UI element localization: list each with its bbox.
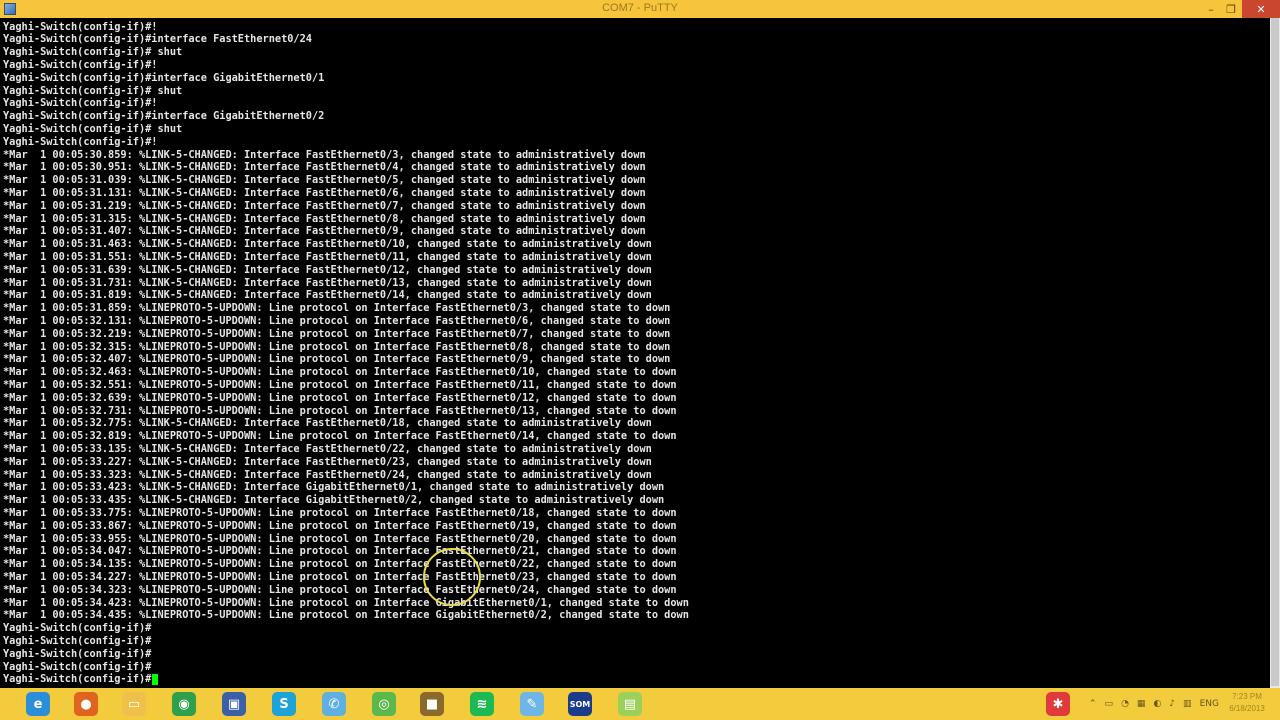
terminal-line: Yaghi-Switch(config-if)#interface Gigabi… xyxy=(3,110,325,123)
minimize-button[interactable]: – xyxy=(1200,0,1222,18)
file-explorer-icon[interactable]: ▭ xyxy=(122,692,146,716)
paint-icon[interactable]: ✎ xyxy=(520,692,544,716)
terminal-line: *Mar 1 00:05:31.639: %LINK-5-CHANGED: In… xyxy=(3,263,652,276)
terminal-line: *Mar 1 00:05:32.551: %LINEPROTO-5-UPDOWN… xyxy=(3,378,677,391)
camtasia-icon[interactable]: ◎ xyxy=(372,692,396,716)
terminal-line: *Mar 1 00:05:32.219: %LINEPROTO-5-UPDOWN… xyxy=(3,327,671,340)
clock-date: 6/18/2013 xyxy=(1229,704,1265,713)
package-icon[interactable]: ■ xyxy=(420,692,444,716)
terminal-line: *Mar 1 00:05:33.227: %LINK-5-CHANGED: In… xyxy=(3,455,652,468)
language-indicator[interactable]: ENG xyxy=(1200,699,1219,709)
terminal-line: Yaghi-Switch(config-if)#! xyxy=(3,97,158,110)
window-title: COM7 - PuTTY xyxy=(602,2,678,14)
terminal-line: *Mar 1 00:05:32.463: %LINEPROTO-5-UPDOWN… xyxy=(3,366,677,379)
taskbar-clock[interactable]: 7:23 PM 6/18/2013 xyxy=(1218,691,1276,715)
terminal-line: *Mar 1 00:05:34.435: %LINEPROTO-5-UPDOWN… xyxy=(3,609,689,622)
terminal-line: *Mar 1 00:05:31.219: %LINK-5-CHANGED: In… xyxy=(3,199,646,212)
tray-icon[interactable]: ◐ xyxy=(1153,699,1161,709)
terminal-line: Yaghi-Switch(config-if)# xyxy=(3,673,152,686)
terminal-line: Yaghi-Switch(config-if)#! xyxy=(3,135,158,148)
terminal-line: *Mar 1 00:05:31.315: %LINK-5-CHANGED: In… xyxy=(3,212,646,225)
terminal-line: Yaghi-Switch(config-if)#! xyxy=(3,58,158,71)
terminal-line: *Mar 1 00:05:33.867: %LINEPROTO-5-UPDOWN… xyxy=(3,519,677,532)
terminal-line: *Mar 1 00:05:31.131: %LINK-5-CHANGED: In… xyxy=(3,186,646,199)
tray-icon[interactable]: ♪ xyxy=(1169,699,1175,709)
som-icon[interactable]: SOM xyxy=(568,692,592,716)
ie-icon[interactable]: e xyxy=(26,692,50,716)
tray-icon[interactable]: ◔ xyxy=(1121,699,1129,709)
terminal-line: *Mar 1 00:05:31.039: %LINK-5-CHANGED: In… xyxy=(3,174,646,187)
terminal-line: Yaghi-Switch(config-if)# xyxy=(3,634,152,647)
terminal-scrollbar[interactable] xyxy=(1270,18,1280,688)
spotify-icon[interactable]: ≋ xyxy=(470,692,494,716)
terminal-line: *Mar 1 00:05:32.407: %LINEPROTO-5-UPDOWN… xyxy=(3,353,671,366)
scrollbar-thumb[interactable] xyxy=(1271,18,1279,686)
terminal-line: *Mar 1 00:05:34.047: %LINEPROTO-5-UPDOWN… xyxy=(3,545,677,558)
maximize-button[interactable]: ❐ xyxy=(1220,0,1242,18)
terminal-line: *Mar 1 00:05:32.639: %LINEPROTO-5-UPDOWN… xyxy=(3,391,677,404)
terminal-line: *Mar 1 00:05:32.131: %LINEPROTO-5-UPDOWN… xyxy=(3,314,671,327)
terminal-line: *Mar 1 00:05:32.315: %LINEPROTO-5-UPDOWN… xyxy=(3,340,671,353)
terminal-line: *Mar 1 00:05:34.227: %LINEPROTO-5-UPDOWN… xyxy=(3,570,677,583)
terminal-line: Yaghi-Switch(config-if)# shut xyxy=(3,46,183,59)
terminal-line: *Mar 1 00:05:33.135: %LINK-5-CHANGED: In… xyxy=(3,442,652,455)
terminal-line: *Mar 1 00:05:33.323: %LINK-5-CHANGED: In… xyxy=(3,468,652,481)
terminal-line: *Mar 1 00:05:34.423: %LINEPROTO-5-UPDOWN… xyxy=(3,596,689,609)
terminal-line: *Mar 1 00:05:31.463: %LINK-5-CHANGED: In… xyxy=(3,238,652,251)
terminal-line: Yaghi-Switch(config-if)#! xyxy=(3,20,158,33)
tray-icon[interactable]: ▭ xyxy=(1105,699,1114,709)
terminal-line: *Mar 1 00:05:34.135: %LINEPROTO-5-UPDOWN… xyxy=(3,558,677,571)
window-titlebar[interactable]: COM7 - PuTTY – ❐ ✕ xyxy=(0,0,1280,18)
terminal-cursor xyxy=(151,674,158,686)
terminal-line: *Mar 1 00:05:31.551: %LINK-5-CHANGED: In… xyxy=(3,250,652,263)
firefox-icon[interactable]: ● xyxy=(74,692,98,716)
terminal-line: Yaghi-Switch(config-if)# xyxy=(3,647,152,660)
terminal-line: *Mar 1 00:05:33.423: %LINK-5-CHANGED: In… xyxy=(3,481,665,494)
system-tray: ⌃ ▭ ◔ ▦ ◐ ♪ ▥ ENG xyxy=(1085,688,1219,720)
phone-icon[interactable]: ✆ xyxy=(322,692,346,716)
tray-app-icon[interactable]: ✱ xyxy=(1046,692,1070,716)
notepad-icon[interactable]: ▤ xyxy=(618,692,642,716)
taskbar: ⌃ ▭ ◔ ▦ ◐ ♪ ▥ ENG 7:23 PM 6/18/2013 e ● ▭ ◉ ▣ S ✆ ◎ ■ ≋ ✎… xyxy=(0,688,1280,720)
terminal-line: Yaghi-Switch(config-if)# xyxy=(3,622,152,635)
terminal-line: *Mar 1 00:05:30.951: %LINK-5-CHANGED: In… xyxy=(3,161,646,174)
tray-icon[interactable]: ⌃ xyxy=(1089,699,1097,709)
terminal-line: *Mar 1 00:05:31.731: %LINK-5-CHANGED: In… xyxy=(3,276,652,289)
skype-icon[interactable]: S xyxy=(272,692,296,716)
terminal-line: *Mar 1 00:05:31.819: %LINK-5-CHANGED: In… xyxy=(3,289,652,302)
network-tool-icon[interactable]: ▣ xyxy=(222,692,246,716)
clock-time: 7:23 PM xyxy=(1232,692,1262,701)
mouse-pointer-highlight xyxy=(423,548,481,606)
terminal-line: Yaghi-Switch(config-if)#interface Gigabi… xyxy=(3,71,325,84)
terminal-line: *Mar 1 00:05:33.435: %LINK-5-CHANGED: In… xyxy=(3,494,665,507)
close-button[interactable]: ✕ xyxy=(1242,0,1280,18)
terminal-line: *Mar 1 00:05:32.731: %LINEPROTO-5-UPDOWN… xyxy=(3,404,677,417)
terminal-line: Yaghi-Switch(config-if)#interface FastEt… xyxy=(3,33,312,46)
terminal-line: *Mar 1 00:05:31.859: %LINEPROTO-5-UPDOWN… xyxy=(3,302,671,315)
terminal-line: *Mar 1 00:05:33.775: %LINEPROTO-5-UPDOWN… xyxy=(3,506,677,519)
terminal-line: *Mar 1 00:05:31.407: %LINK-5-CHANGED: In… xyxy=(3,225,646,238)
terminal-output[interactable]: Yaghi-Switch(config-if)#! Yaghi-Switch(co… xyxy=(0,18,1270,688)
terminal-line: *Mar 1 00:05:32.775: %LINK-5-CHANGED: In… xyxy=(3,417,652,430)
tray-icon[interactable]: ▥ xyxy=(1183,699,1192,709)
terminal-line: *Mar 1 00:05:30.859: %LINK-5-CHANGED: In… xyxy=(3,148,646,161)
chrome-icon[interactable]: ◉ xyxy=(172,692,196,716)
tray-icon[interactable]: ▦ xyxy=(1137,699,1146,709)
terminal-line: *Mar 1 00:05:34.323: %LINEPROTO-5-UPDOWN… xyxy=(3,583,677,596)
terminal-line: Yaghi-Switch(config-if)# xyxy=(3,660,152,673)
terminal-line: *Mar 1 00:05:32.819: %LINEPROTO-5-UPDOWN… xyxy=(3,430,677,443)
terminal-line: *Mar 1 00:05:33.955: %LINEPROTO-5-UPDOWN… xyxy=(3,532,677,545)
terminal-line: Yaghi-Switch(config-if)# shut xyxy=(3,84,183,97)
terminal-line: Yaghi-Switch(config-if)# shut xyxy=(3,122,183,135)
